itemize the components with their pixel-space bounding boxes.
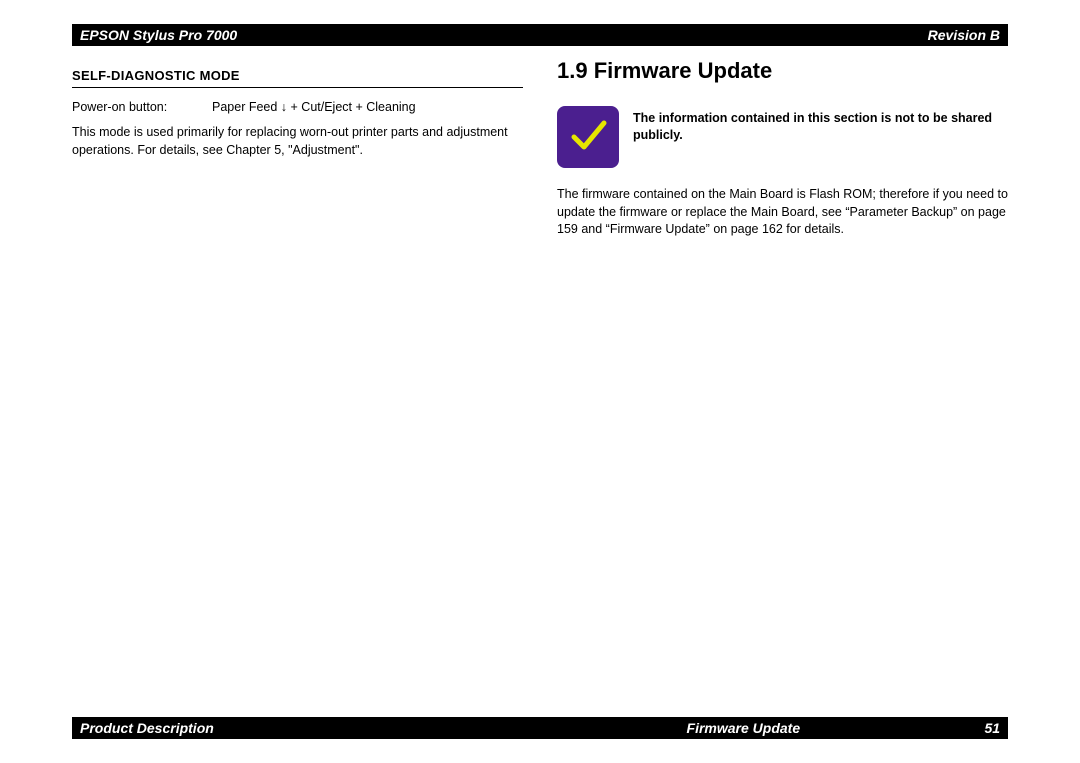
section-heading-firmware-update: 1.9 Firmware Update bbox=[557, 58, 1008, 84]
body-text-left: This mode is used primarily for replacin… bbox=[72, 124, 523, 159]
kv-value: Paper Feed ↓ + Cut/Eject + Cleaning bbox=[212, 100, 523, 114]
header-right: Revision B bbox=[928, 27, 1000, 43]
footer-center: Firmware Update bbox=[522, 720, 964, 736]
footer-page-number: 51 bbox=[964, 720, 1000, 736]
footer-left: Product Description bbox=[80, 720, 522, 736]
confidential-notice: The information contained in this sectio… bbox=[557, 106, 1008, 168]
kv-row: Power-on button: Paper Feed ↓ + Cut/Ejec… bbox=[72, 100, 523, 114]
section-heading-self-diagnostic: SELF-DIAGNOSTIC MODE bbox=[72, 68, 523, 88]
header-left: EPSON Stylus Pro 7000 bbox=[80, 27, 237, 43]
left-column: SELF-DIAGNOSTIC MODE Power-on button: Pa… bbox=[72, 58, 523, 705]
right-column: 1.9 Firmware Update The information cont… bbox=[557, 58, 1008, 705]
page-content: SELF-DIAGNOSTIC MODE Power-on button: Pa… bbox=[72, 58, 1008, 705]
header-bar: EPSON Stylus Pro 7000 Revision B bbox=[72, 24, 1008, 46]
footer-bar: Product Description Firmware Update 51 bbox=[72, 717, 1008, 739]
confidential-text: The information contained in this sectio… bbox=[633, 106, 1008, 144]
kv-label: Power-on button: bbox=[72, 100, 212, 114]
checkmark-badge bbox=[557, 106, 619, 168]
body-text-right: The firmware contained on the Main Board… bbox=[557, 186, 1008, 239]
checkmark-icon bbox=[568, 115, 608, 160]
